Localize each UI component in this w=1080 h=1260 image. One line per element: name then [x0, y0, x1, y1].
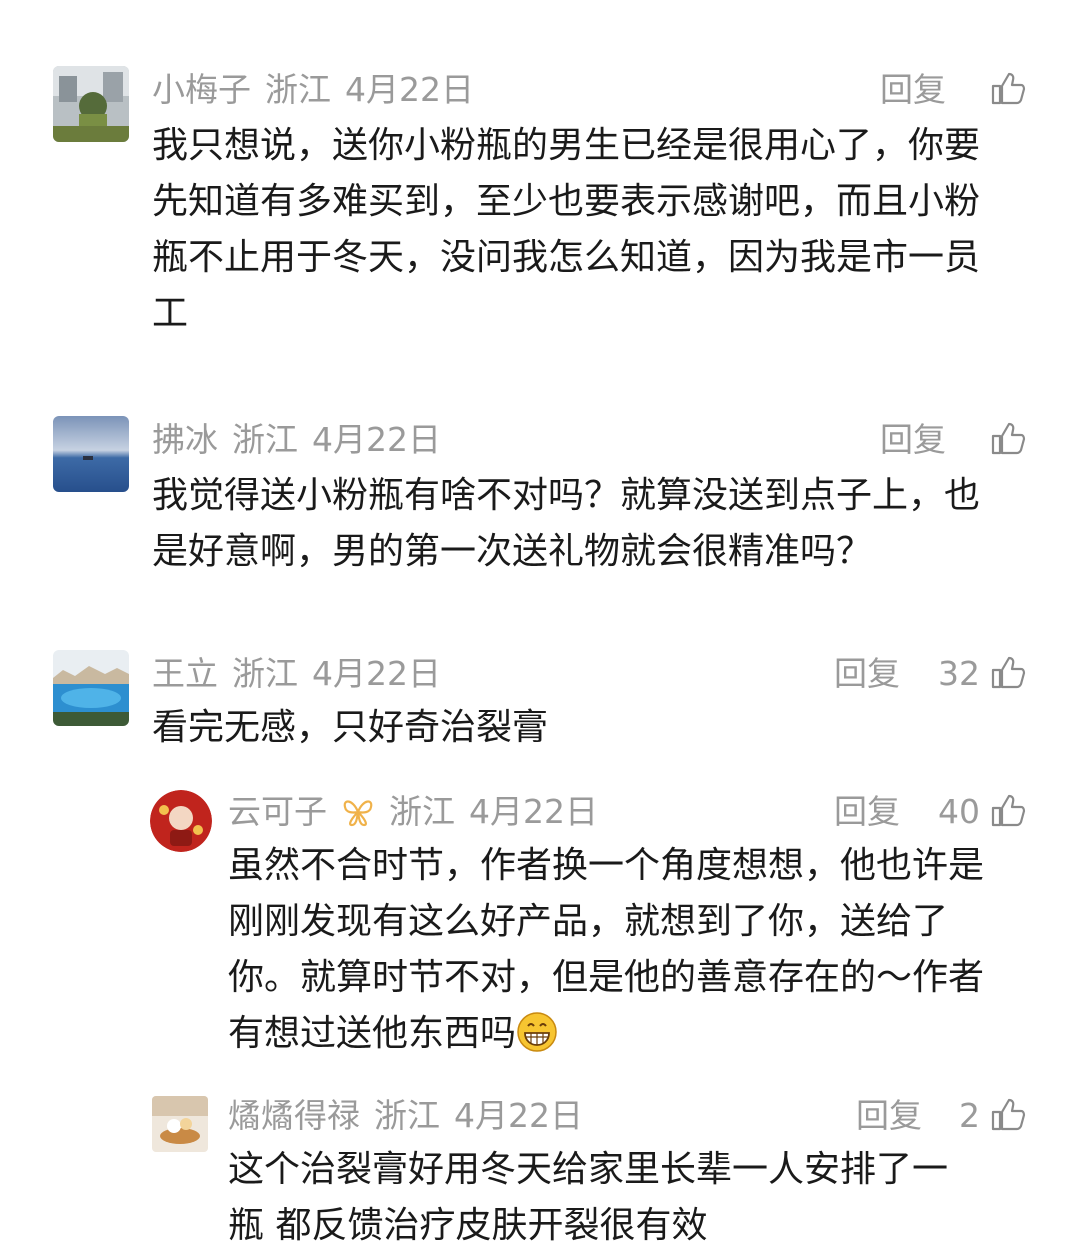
date: 4月22日	[454, 1096, 583, 1135]
comment-meta: 燏燏得禄 浙江 4月22日	[228, 1096, 597, 1136]
comment-text: 这个治裂膏好用冬天给家里长辈一人安排了一 瓶 都反馈治疗皮肤开裂很有效	[228, 1149, 949, 1246]
avatar[interactable]	[152, 1096, 208, 1152]
location: 浙江	[374, 1096, 440, 1135]
reply-item: 燏燏得禄 浙江 4月22日 回复 2 这个治裂膏好用冬天给家里长辈一人安排了一 瓶 …	[0, 0, 1080, 1260]
username[interactable]: 燏燏得禄	[228, 1096, 360, 1135]
thumbs-up-icon[interactable]	[990, 1096, 1026, 1132]
reply-button[interactable]: 回复	[856, 1096, 922, 1136]
like-count: 2	[959, 1096, 980, 1135]
